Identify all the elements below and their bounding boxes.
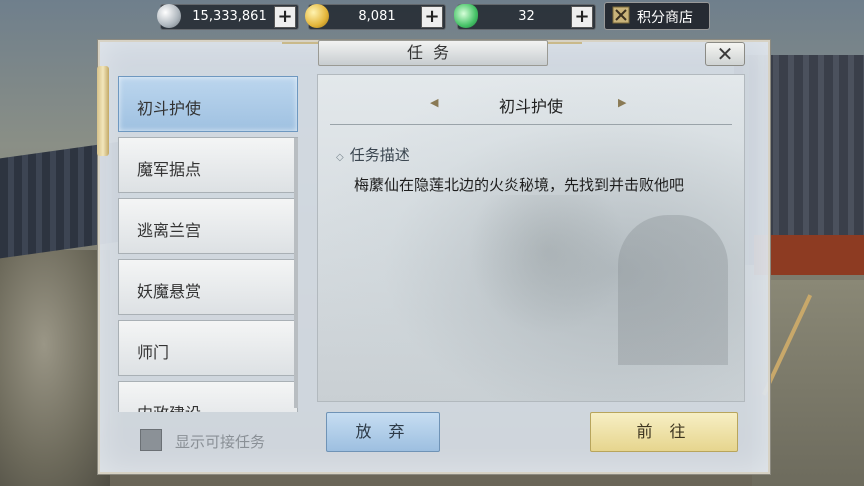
silver-amount: 15,333,861 xyxy=(192,9,267,24)
description-heading-label: 任务描述 xyxy=(349,146,410,164)
quest-item-label: 逃离兰宫 xyxy=(137,221,202,240)
list-scrollbar[interactable] xyxy=(294,138,298,408)
quest-item-5[interactable]: 内政建设 xyxy=(118,381,298,412)
quest-item-2[interactable]: 逃离兰宫 xyxy=(118,198,298,254)
title-ornament-left xyxy=(282,42,318,62)
show-available-checkbox[interactable] xyxy=(140,429,162,451)
points-shop-button[interactable]: 积分商店 xyxy=(604,2,710,30)
gold-coin-icon xyxy=(305,4,329,28)
show-available-label: 显示可接任务 xyxy=(175,433,266,451)
add-silver-button[interactable]: + xyxy=(274,6,296,28)
quest-item-4[interactable]: 师门 xyxy=(118,320,298,376)
quest-detail: ◀ 初斗护使 ▶ ◇ 任务描述 梅䕷仙在隐莲北边的火炎秘境，先找到并击败他吧 xyxy=(317,74,745,402)
close-icon: ✕ xyxy=(716,42,734,66)
shop-label: 积分商店 xyxy=(637,10,693,26)
quest-item-label: 内政建设 xyxy=(137,400,201,412)
abandon-button[interactable]: 放 弃 xyxy=(326,412,440,452)
close-button[interactable]: ✕ xyxy=(705,42,745,66)
shop-icon xyxy=(612,6,630,24)
title-divider xyxy=(330,124,732,125)
quest-item-1[interactable]: 魔军据点 xyxy=(118,137,298,193)
scroll-ornament xyxy=(97,66,109,156)
ornament-right-icon: ▶ xyxy=(618,96,627,109)
quest-item-label: 妖魔悬赏 xyxy=(137,282,202,301)
jade-amount: 32 xyxy=(518,9,535,24)
background-rocks xyxy=(0,250,110,486)
background-gate xyxy=(618,215,728,365)
add-jade-button[interactable]: + xyxy=(571,6,593,28)
quest-item-label: 师门 xyxy=(137,343,170,362)
gold-amount: 8,081 xyxy=(358,9,396,24)
quest-detail-title: 初斗护使 xyxy=(498,97,563,116)
quest-item-0[interactable]: 初斗护使 xyxy=(118,76,298,132)
jade-ingot-icon xyxy=(454,4,478,28)
gold-currency: 8,081 + xyxy=(305,4,446,30)
silver-currency: 15,333,861 + xyxy=(157,4,299,30)
background-tree xyxy=(468,195,628,335)
jade-currency: 32 + xyxy=(454,4,596,30)
silver-coin-icon xyxy=(157,4,181,28)
add-gold-button[interactable]: + xyxy=(421,6,443,28)
quest-list: 初斗护使 魔军据点 逃离兰宫 妖魔悬赏 师门 内政建设 xyxy=(115,72,303,412)
background-beam xyxy=(754,235,864,275)
diamond-icon: ◇ xyxy=(336,152,344,163)
title-ornament-right xyxy=(546,42,582,62)
quest-item-label: 初斗护使 xyxy=(137,99,202,118)
description-text: 梅䕷仙在隐莲北边的火炎秘境，先找到并击败他吧 xyxy=(354,176,685,194)
go-button[interactable]: 前 往 xyxy=(590,412,738,452)
quest-item-label: 魔军据点 xyxy=(137,160,202,179)
panel-title: 任务 xyxy=(318,40,548,66)
description-heading: ◇ 任务描述 xyxy=(336,144,410,165)
quest-item-3[interactable]: 妖魔悬赏 xyxy=(118,259,298,315)
